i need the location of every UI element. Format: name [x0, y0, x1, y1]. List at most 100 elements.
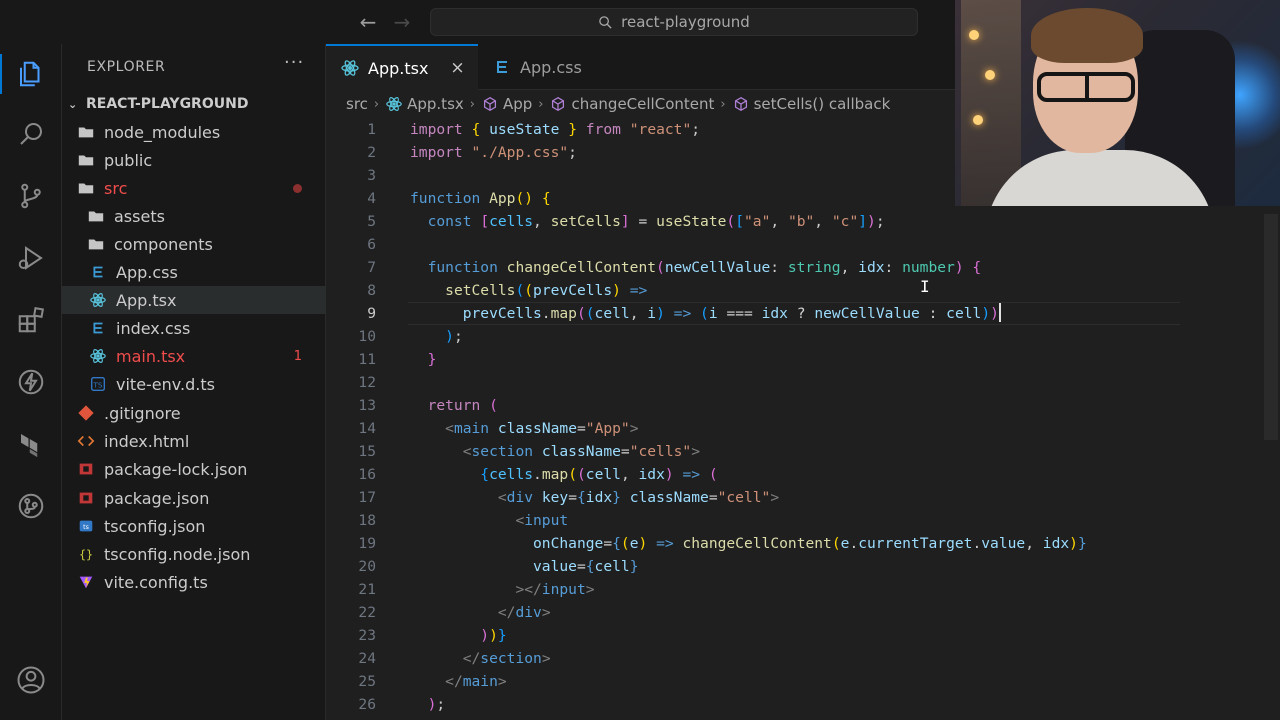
- text-cursor: [998, 303, 1001, 322]
- tree-item-index-html[interactable]: index.html: [62, 427, 326, 455]
- webcam-overlay: [955, 0, 1280, 206]
- tree-item-vite-config[interactable]: vite.config.ts: [62, 568, 326, 596]
- tree-item-label: package-lock.json: [104, 459, 248, 479]
- line-number: 17: [358, 489, 376, 506]
- folder-icon: [86, 206, 106, 226]
- tree-item-label: assets: [114, 206, 165, 226]
- line-number: 7: [367, 259, 376, 276]
- code-line: 5 const [cells, setCells] = useState(["a…: [326, 210, 1280, 233]
- code-line: 23 ))}: [326, 624, 1280, 647]
- tree-item-node-modules[interactable]: node_modules: [62, 118, 326, 146]
- code-text: setCells((prevCells) =>: [445, 282, 648, 299]
- line-number: 25: [358, 673, 376, 690]
- git-graph-icon[interactable]: [0, 482, 62, 530]
- line-number: 4: [367, 190, 376, 207]
- code-text: ></input>: [515, 581, 595, 598]
- code-text: </section>: [462, 650, 551, 667]
- tree-item-label: src: [104, 178, 128, 198]
- react-file-icon: [340, 58, 360, 78]
- line-number: 9: [367, 305, 376, 322]
- tree-item-main-tsx[interactable]: main.tsx 1: [62, 342, 326, 370]
- terraform-icon[interactable]: [0, 420, 62, 468]
- tree-item-src[interactable]: src: [62, 174, 326, 202]
- tree-item-app-tsx[interactable]: App.tsx: [62, 286, 326, 314]
- account-icon[interactable]: [0, 656, 62, 704]
- tree-item-tsconfig-node[interactable]: {} tsconfig.node.json: [62, 540, 326, 568]
- more-actions-icon[interactable]: ···: [284, 52, 304, 73]
- tree-item-label: index.html: [104, 431, 190, 451]
- tree-item-tsconfig[interactable]: ts tsconfig.json: [62, 512, 326, 540]
- html-file-icon: [76, 431, 96, 451]
- code-line: 25 </main>: [326, 670, 1280, 693]
- code-line: 21 ></input>: [326, 578, 1280, 601]
- code-text: const [cells, setCells] = useState(["a",…: [427, 213, 885, 230]
- npm-file-icon: [76, 459, 96, 479]
- code-text: function App() {: [410, 190, 551, 207]
- code-text: {cells.map((cell, idx) => (: [480, 466, 718, 483]
- tab-app-css[interactable]: App.css: [478, 44, 608, 90]
- code-text: </main>: [445, 673, 507, 690]
- chevron-right-icon: ›: [373, 96, 380, 112]
- tree-item-label: tsconfig.json: [104, 516, 206, 536]
- tab-app-tsx[interactable]: App.tsx ×: [326, 44, 478, 90]
- tree-item-index-css[interactable]: index.css: [62, 314, 326, 342]
- tree-item-app-css[interactable]: App.css: [62, 258, 326, 286]
- tree-item-package-json[interactable]: package.json: [62, 484, 326, 512]
- breadcrumb-item[interactable]: src: [346, 95, 368, 113]
- project-root[interactable]: ⌄ REACT-PLAYGROUND: [68, 92, 248, 116]
- line-number: 6: [367, 236, 376, 253]
- breadcrumb-item[interactable]: setCells() callback: [754, 95, 891, 113]
- code-text: }: [427, 351, 437, 368]
- line-number: 2: [367, 144, 376, 161]
- line-number: 18: [358, 512, 376, 529]
- tree-item-public[interactable]: public: [62, 146, 326, 174]
- arrow-left-icon[interactable]: ←: [356, 9, 380, 35]
- line-number: 1: [367, 121, 376, 138]
- line-number: 21: [358, 581, 376, 598]
- editor-scrollbar[interactable]: [1264, 214, 1278, 440]
- breadcrumb-item[interactable]: changeCellContent: [571, 95, 714, 113]
- arrow-right-icon[interactable]: →: [390, 9, 414, 35]
- tree-item-label: node_modules: [104, 122, 221, 142]
- close-icon[interactable]: ×: [450, 58, 464, 78]
- css-file-icon: [88, 318, 108, 338]
- line-number: 10: [358, 328, 376, 345]
- tree-item-package-lock[interactable]: package-lock.json: [62, 455, 326, 483]
- code-editor[interactable]: 1 import { useState } from "react"; 2 impo…: [326, 118, 1280, 720]
- command-center-search[interactable]: react-playground: [430, 8, 918, 36]
- search-icon[interactable]: [0, 110, 62, 158]
- explorer-icon[interactable]: [0, 50, 62, 98]
- light-bulb: [973, 115, 983, 125]
- code-text: return (: [427, 397, 498, 414]
- explorer-sidebar: EXPLORER ··· ⌄ REACT-PLAYGROUND node_mod…: [62, 44, 326, 720]
- lightning-icon[interactable]: [0, 358, 62, 406]
- tree-item-vite-env[interactable]: TS vite-env.d.ts: [62, 370, 326, 398]
- breadcrumb-item[interactable]: App: [503, 95, 532, 113]
- source-control-icon[interactable]: [0, 172, 62, 220]
- npm-file-icon: [76, 488, 96, 508]
- css-file-icon: [88, 262, 108, 282]
- line-number: 22: [358, 604, 376, 621]
- line-number: 14: [358, 420, 376, 437]
- react-file-icon: [88, 290, 108, 310]
- error-dot: [293, 183, 302, 193]
- tree-item-components[interactable]: components: [62, 230, 326, 258]
- mouse-cursor-icon: I: [920, 277, 930, 296]
- code-text: value={cell}: [533, 558, 639, 575]
- extensions-icon[interactable]: [0, 296, 62, 344]
- breadcrumb-item[interactable]: App.tsx: [407, 95, 464, 113]
- tree-item-label: index.css: [116, 318, 191, 338]
- tree-item-label: App.tsx: [116, 290, 177, 310]
- code-line: 18 <input: [326, 509, 1280, 532]
- code-line: 16 {cells.map((cell, idx) => (: [326, 463, 1280, 486]
- code-line: 12: [326, 371, 1280, 394]
- tree-item-gitignore[interactable]: .gitignore: [62, 399, 326, 427]
- run-debug-icon[interactable]: [0, 234, 62, 282]
- tab-label: App.css: [520, 57, 582, 77]
- tree-item-assets[interactable]: assets: [62, 202, 326, 230]
- tab-label: App.tsx: [368, 58, 429, 78]
- code-line: 6: [326, 233, 1280, 256]
- line-number: 3: [367, 167, 376, 184]
- code-text: );: [445, 328, 463, 345]
- react-file-icon: [385, 95, 403, 113]
